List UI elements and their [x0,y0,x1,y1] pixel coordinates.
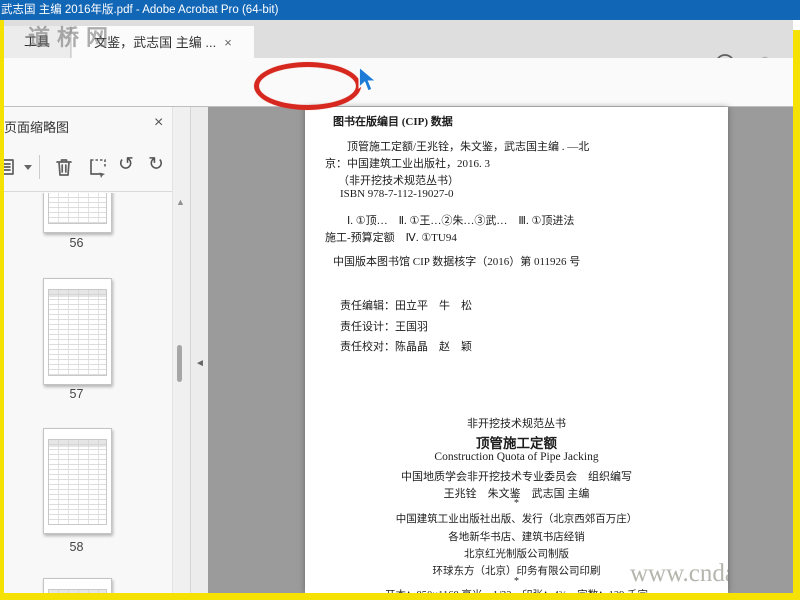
pdf-line: 北京红光制版公司制版 [464,549,569,560]
pdf-line: Ⅰ. ①顶… Ⅱ. ①王…②朱…③武… Ⅲ. ①顶进法 [347,215,575,227]
pdf-line: 施工-预算定额 Ⅳ. ①TU94 [325,232,457,244]
panel-separator [4,191,186,192]
thumbnail-page-59[interactable] [43,578,112,593]
pdf-line: （非开挖技术规范丛书） [338,175,459,187]
thumbnail-label-57: 57 [69,387,84,401]
main-toolbar: / 157 75% ••• [0,58,800,158]
rotate-ccw-icon[interactable]: ↺ [118,153,142,177]
pdf-line: 京：中国建筑工业出版社，2016. 3 [325,158,490,170]
scroll-up-icon[interactable]: ▲ [176,197,185,207]
thumbnails-panel: 页面缩略图 × ↺ ↻ 56 57 58 [0,107,186,593]
rotate-cw-icon[interactable]: ↻ [148,153,172,177]
panel-close-icon[interactable]: × [154,114,163,132]
pdf-line: 中国版本图书馆 CIP 数据核字（2016）第 011926 号 [333,256,581,268]
application-window: 武志国 主编 2016年版.pdf - Adobe Acrobat Pro (6… [0,0,800,600]
panel-divider [39,155,40,179]
mouse-cursor-icon [357,65,381,100]
title-bar: 武志国 主编 2016年版.pdf - Adobe Acrobat Pro (6… [0,0,800,20]
thumbnail-label-56: 56 [69,236,84,250]
set-page-boxes-icon[interactable] [86,155,110,179]
document-view[interactable]: 图书在版编目 (CIP) 数据 顶管施工定额/王兆铨，朱文鉴，武志国主编 . —… [208,107,793,593]
pdf-line: 非开挖技术规范丛书 [467,418,566,430]
panel-splitter[interactable] [190,107,209,593]
panel-options-arrow-icon[interactable] [24,165,32,170]
panel-title: 页面缩略图 [4,120,70,135]
frame-border-bottom [0,593,800,600]
panel-scrollbar-thumb[interactable] [177,345,182,382]
pdf-line: 责任校对：陈晶晶 赵 颖 [340,341,472,353]
pdf-line: 顶管施工定额/王兆铨，朱文鉴，武志国主编 . —北 [347,141,590,153]
pdf-line: 中国建筑工业出版社出版、发行（北京西郊百万庄） [395,514,638,525]
thumbnail-page-58[interactable] [43,428,112,534]
pdf-line: ISBN 978-7-112-19027-0 [340,188,454,200]
pdf-book-title: 顶管施工定额 [476,436,557,451]
thumbnail-label-58: 58 [69,540,84,554]
pdf-line: 图书在版编目 (CIP) 数据 [333,116,453,128]
delete-pages-icon[interactable] [52,155,76,179]
tab-strip: 工具 文鉴，武志国 主编 ...× ? [4,20,793,74]
thumbnail-list: 56 57 58 [4,193,168,593]
page-watermark: www.cnda [630,560,728,587]
pdf-line: 责任设计：王国羽 [340,321,428,333]
site-watermark: 道桥网 [28,25,116,50]
pdf-line: 责任编辑：田立平 牛 松 [340,300,472,312]
pdf-line: Construction Quota of Pipe Jacking [434,451,599,463]
thumbnail-page-57[interactable] [43,278,112,385]
pdf-line: * [514,498,519,509]
frame-border-left [0,20,4,600]
tab-close-icon[interactable]: × [224,27,232,59]
pdf-line: 中国地质学会非开挖技术专业委员会 组织编写 [401,471,632,483]
collapse-panel-icon[interactable]: ◄ [195,358,205,369]
thumbnail-page-56[interactable] [43,193,112,233]
window-title: 武志国 主编 2016年版.pdf - Adobe Acrobat Pro (6… [1,4,279,16]
red-circle-annotation [254,62,361,110]
frame-border-right [793,30,800,600]
pdf-page: 图书在版编目 (CIP) 数据 顶管施工定额/王兆铨，朱文鉴，武志国主编 . —… [305,107,728,593]
pdf-line: 各地新华书店、建筑书店经销 [448,532,585,543]
